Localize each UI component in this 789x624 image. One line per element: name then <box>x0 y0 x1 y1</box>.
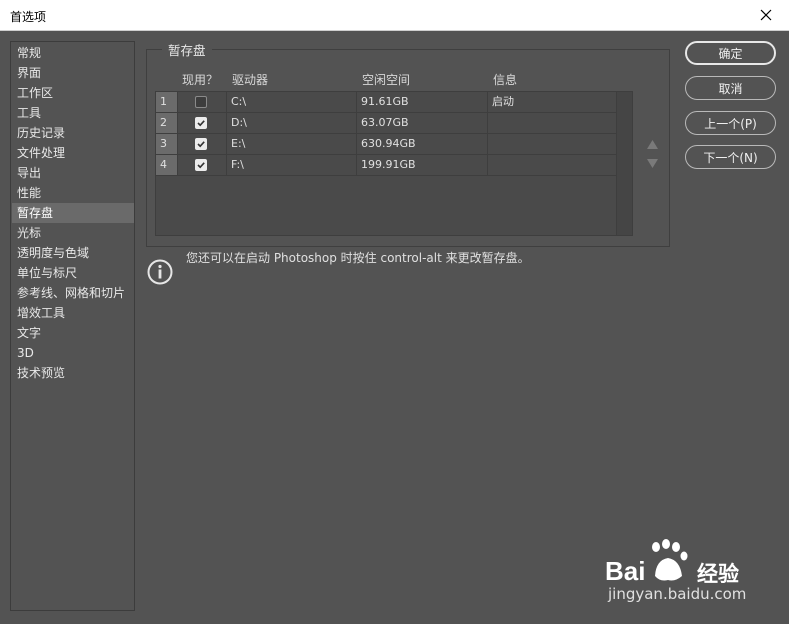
sidebar-item-tools[interactable]: 工具 <box>12 103 134 123</box>
drive-cell: C:\ <box>231 95 247 108</box>
active-checkbox[interactable] <box>195 138 207 150</box>
sidebar-item-units-rulers[interactable]: 单位与标尺 <box>12 263 134 283</box>
row-index: 2 <box>156 113 177 133</box>
sidebar-item-3d[interactable]: 3D <box>12 343 134 363</box>
free-space-cell: 63.07GB <box>361 116 409 129</box>
move-down-arrow-icon[interactable] <box>647 159 658 168</box>
watermark-brand: Bai <box>605 556 646 586</box>
row-index: 4 <box>156 155 177 175</box>
window-title: 首选项 <box>10 10 47 24</box>
column-divider <box>177 92 178 176</box>
sidebar-item-transparency[interactable]: 透明度与色域 <box>12 243 134 263</box>
column-header-active: 现用？ <box>182 73 219 87</box>
active-checkbox[interactable] <box>195 159 207 171</box>
sidebar-item-type[interactable]: 文字 <box>12 323 134 343</box>
table-scrollbar[interactable] <box>616 92 632 235</box>
free-space-cell: 630.94GB <box>361 137 416 150</box>
checkmark-icon <box>197 120 205 127</box>
sidebar-item-guides-grid[interactable]: 参考线、网格和切片 <box>12 283 134 303</box>
sidebar-item-general[interactable]: 常规 <box>12 43 134 63</box>
sidebar-item-cursors[interactable]: 光标 <box>12 223 134 243</box>
active-checkbox[interactable] <box>195 96 207 108</box>
close-button[interactable] <box>743 0 789 30</box>
sidebar: 常规 界面 工作区 工具 历史记录 文件处理 导出 性能 暂存盘 光标 透明度与… <box>10 41 135 611</box>
column-divider <box>226 92 227 176</box>
close-icon <box>760 9 772 21</box>
scratch-disk-table: 1 C:\ 91.61GB 启动 2 D:\ 63.07GB 3 E:\ 630… <box>155 91 633 236</box>
sidebar-item-history[interactable]: 历史记录 <box>12 123 134 143</box>
ok-button[interactable]: 确定 <box>685 41 776 65</box>
free-space-cell: 91.61GB <box>361 95 409 108</box>
title-bar: 首选项 <box>0 0 789 31</box>
drive-cell: D:\ <box>231 116 247 129</box>
info-cell: 启动 <box>492 95 514 108</box>
row-index: 3 <box>156 134 177 154</box>
sidebar-item-tech-preview[interactable]: 技术预览 <box>12 363 134 383</box>
column-header-drive: 驱动器 <box>232 73 269 87</box>
scratch-disk-hint: 您还可以在启动 Photoshop 时按住 control-alt 来更改暂存盘… <box>186 251 530 265</box>
sidebar-item-performance[interactable]: 性能 <box>12 183 134 203</box>
next-button[interactable]: 下一个(N) <box>685 145 776 169</box>
sidebar-item-scratch-disks[interactable]: 暂存盘 <box>12 203 134 223</box>
drive-cell: E:\ <box>231 137 246 150</box>
sidebar-item-file-handling[interactable]: 文件处理 <box>12 143 134 163</box>
previous-button[interactable]: 上一个(P) <box>685 111 776 135</box>
sidebar-item-export[interactable]: 导出 <box>12 163 134 183</box>
watermark-url: jingyan.baidu.com <box>608 585 747 603</box>
column-divider <box>487 92 488 176</box>
row-index: 1 <box>156 92 177 112</box>
column-header-info: 信息 <box>493 73 518 87</box>
sidebar-item-interface[interactable]: 界面 <box>12 63 134 83</box>
free-space-cell: 199.91GB <box>361 158 416 171</box>
column-header-free-space: 空闲空间 <box>362 73 411 87</box>
cancel-button[interactable]: 取消 <box>685 76 776 100</box>
column-divider <box>356 92 357 176</box>
sidebar-item-workspace[interactable]: 工作区 <box>12 83 134 103</box>
move-up-arrow-icon[interactable] <box>647 140 658 149</box>
drive-cell: F:\ <box>231 158 244 171</box>
sidebar-item-plugins[interactable]: 增效工具 <box>12 303 134 323</box>
checkmark-icon <box>197 141 205 148</box>
watermark-brand-jingyan: 经验 <box>697 562 739 586</box>
checkmark-icon <box>197 162 205 169</box>
info-icon <box>147 259 173 285</box>
active-checkbox[interactable] <box>195 117 207 129</box>
group-title: 暂存盘 <box>162 40 212 59</box>
